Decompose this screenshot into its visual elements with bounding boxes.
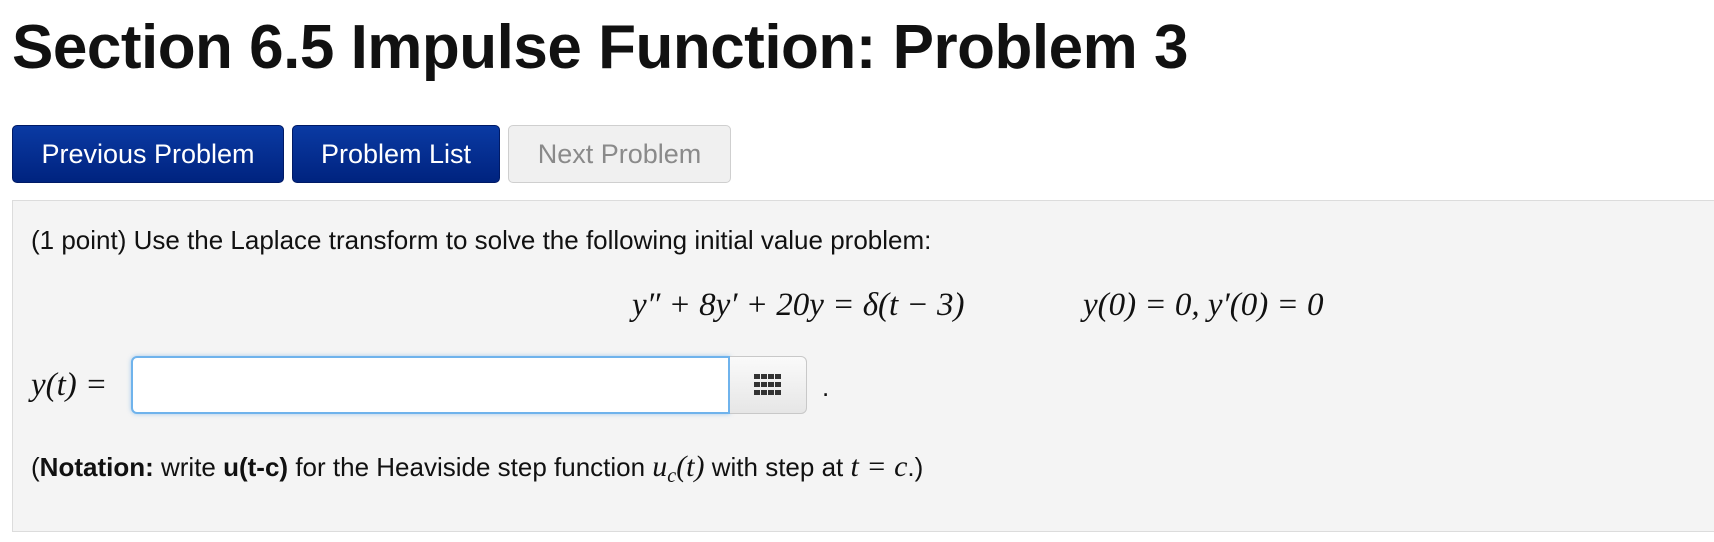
notation-code: u(t-c): [223, 452, 289, 482]
keypad-icon: [754, 374, 781, 395]
notation-label: Notation:: [39, 452, 154, 482]
next-problem-button: Next Problem: [508, 125, 731, 183]
notation-hint: (Notation: write u(t-c) for the Heavisid…: [31, 450, 923, 488]
notation-text-1: write: [153, 452, 224, 482]
initial-conditions-text: y(0) = 0, y′(0) = 0: [1083, 287, 1324, 323]
initial-conditions: y(0) = 0, y′(0) = 0: [1083, 287, 1324, 324]
answer-input[interactable]: [131, 356, 730, 414]
previous-problem-button[interactable]: Previous Problem: [12, 125, 284, 183]
differential-equation: y″ + 8y′ + 20y = δ(t − 3): [632, 287, 964, 324]
answer-label: y(t) =: [31, 367, 108, 403]
equation-text: y″ + 8y′ + 20y = δ(t − 3): [632, 287, 965, 323]
notation-func-arg: (t): [676, 450, 705, 483]
answer-period: .: [822, 372, 830, 402]
notation-open-paren: (: [31, 452, 40, 482]
page-title: Section 6.5 Impulse Function: Problem 3: [12, 13, 1188, 82]
notation-expr: t = c: [850, 450, 908, 483]
notation-close: .): [907, 452, 924, 482]
notation-text-2: for the Heaviside step function: [288, 452, 653, 482]
math-keypad-button[interactable]: [730, 356, 807, 414]
notation-text-3: with step at: [704, 452, 851, 482]
notation-func-sub: c: [667, 465, 677, 488]
notation-func: u: [652, 450, 668, 483]
problem-prompt: (1 point) Use the Laplace transform to s…: [31, 225, 932, 255]
problem-list-button[interactable]: Problem List: [292, 125, 500, 183]
